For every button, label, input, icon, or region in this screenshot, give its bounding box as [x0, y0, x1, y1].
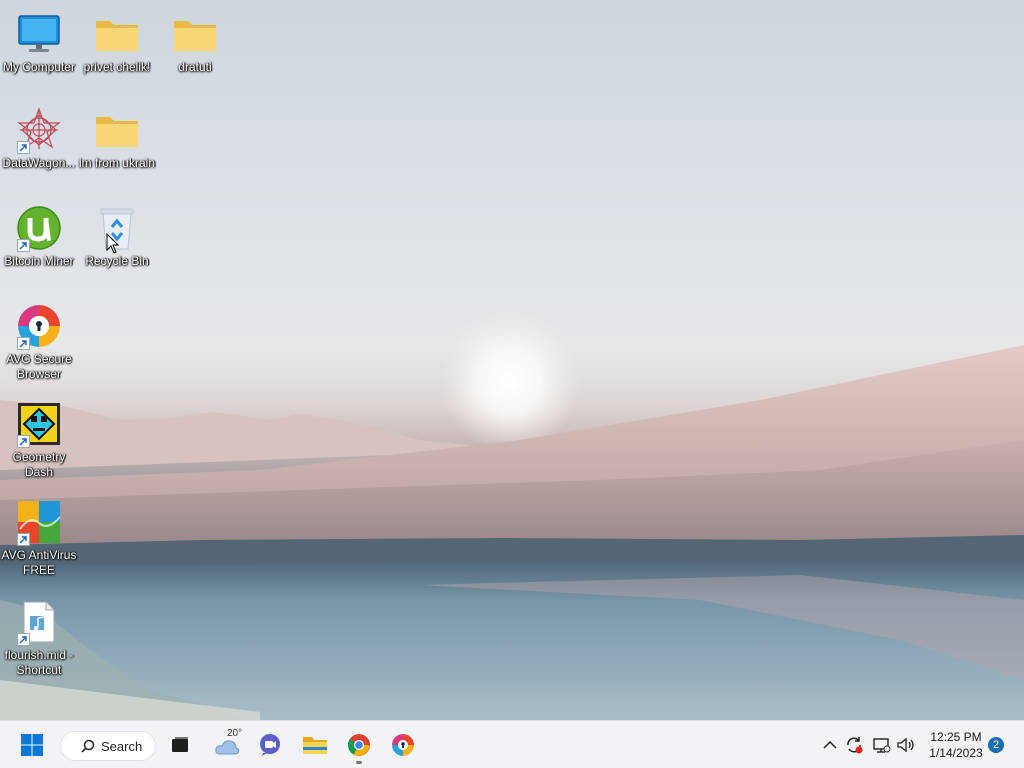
desktop-icon-folder-dratuti[interactable]: dratuti [156, 10, 234, 75]
avg-secure-browser-icon [15, 302, 63, 350]
folder-icon [93, 106, 141, 154]
audio-file-icon [15, 598, 63, 646]
file-explorer-icon [303, 737, 327, 754]
desktop-icon-label: privet chelik! [83, 60, 151, 74]
network-button[interactable] [870, 733, 892, 757]
desktop-icon-folder-im-from-ukrain[interactable]: im from ukrain [78, 106, 156, 171]
search-icon [81, 739, 95, 753]
desktop[interactable]: My Computer privet chelik! dratuti DataW… [0, 0, 1024, 720]
desktop-icon-label: dratuti [178, 60, 212, 74]
chrome-icon [348, 734, 370, 756]
folder-icon [171, 10, 219, 58]
task-view-icon [172, 737, 188, 752]
desktop-icon-label: flourish.mid - Shortcut [4, 648, 74, 677]
desktop-icon-label: DataWagon... [2, 156, 76, 170]
desktop-icon-label: AVG Secure Browser [6, 352, 72, 381]
clock-time: 12:25 PM [930, 730, 982, 744]
start-icon [21, 734, 43, 756]
avg-antivirus-icon [15, 498, 63, 546]
teams-chat-button[interactable] [254, 729, 286, 761]
desktop-icon-label: My Computer [2, 60, 76, 74]
desktop-icon-label: im from ukrain [79, 156, 156, 170]
desktop-icon-avg-secure-browser[interactable]: AVG Secure Browser [0, 302, 78, 382]
task-view-button[interactable] [164, 729, 196, 761]
shortcut-arrow-icon [17, 533, 30, 546]
shortcut-arrow-icon [17, 633, 30, 646]
avg-secure-browser-icon [392, 734, 414, 756]
mouse-cursor-icon [106, 233, 120, 254]
utorrent-icon [15, 204, 63, 252]
start-button[interactable] [16, 729, 48, 761]
taskbar: Search 20° 12:25 PM 1/14/2023 [0, 720, 1024, 768]
desktop-icon-label: Geometry Dash [12, 450, 66, 479]
desktop-icon-folder-privet-chelik[interactable]: privet chelik! [78, 10, 156, 75]
weather-icon [215, 740, 240, 755]
avg-browser-taskbar-button[interactable] [386, 729, 420, 761]
desktop-icon-geometry-dash[interactable]: Geometry Dash [0, 400, 78, 480]
clock-button[interactable]: 12:25 PM 1/14/2023 [922, 729, 990, 761]
folder-icon [93, 10, 141, 58]
notification-badge[interactable]: 2 [988, 737, 1004, 753]
volume-button[interactable] [895, 733, 917, 757]
search-label: Search [101, 738, 143, 754]
running-indicator [356, 761, 362, 764]
chrome-button[interactable] [342, 729, 376, 764]
shortcut-arrow-icon [17, 141, 30, 154]
desktop-icon-label: AVG AntiVirus FREE [1, 548, 77, 577]
sync-status-button[interactable] [843, 733, 865, 757]
shortcut-arrow-icon [17, 435, 30, 448]
desktop-icon-datawagon[interactable]: DataWagon... [0, 106, 78, 171]
desktop-icon-avg-antivirus[interactable]: AVG AntiVirus FREE [0, 498, 78, 578]
desktop-icon-bitcoin-miner[interactable]: Bitcoin Miner [0, 204, 78, 269]
volume-icon [897, 737, 914, 753]
network-icon [873, 738, 891, 753]
desktop-icon-label: Recycle Bin [85, 254, 149, 268]
teams-chat-icon [260, 734, 280, 756]
datawagon-icon [15, 106, 63, 154]
shortcut-arrow-icon [17, 239, 30, 252]
desktop-icon-my-computer[interactable]: My Computer [0, 10, 78, 75]
clock-date: 1/14/2023 [929, 746, 983, 760]
file-explorer-button[interactable] [298, 729, 332, 761]
show-hidden-icons-button[interactable] [820, 733, 840, 757]
taskbar-search-button[interactable]: Search [60, 731, 156, 761]
desktop-icon-flourish-mid[interactable]: flourish.mid - Shortcut [0, 598, 78, 678]
shortcut-arrow-icon [17, 337, 30, 350]
sync-icon [847, 737, 863, 754]
chevron-up-icon [823, 740, 837, 749]
weather-widget-button[interactable]: 20° [210, 728, 246, 761]
geometry-dash-icon [15, 400, 63, 448]
monitor-icon [15, 10, 63, 58]
weather-temp: 20° [227, 728, 243, 739]
desktop-icon-label: Bitcoin Miner [4, 254, 74, 268]
